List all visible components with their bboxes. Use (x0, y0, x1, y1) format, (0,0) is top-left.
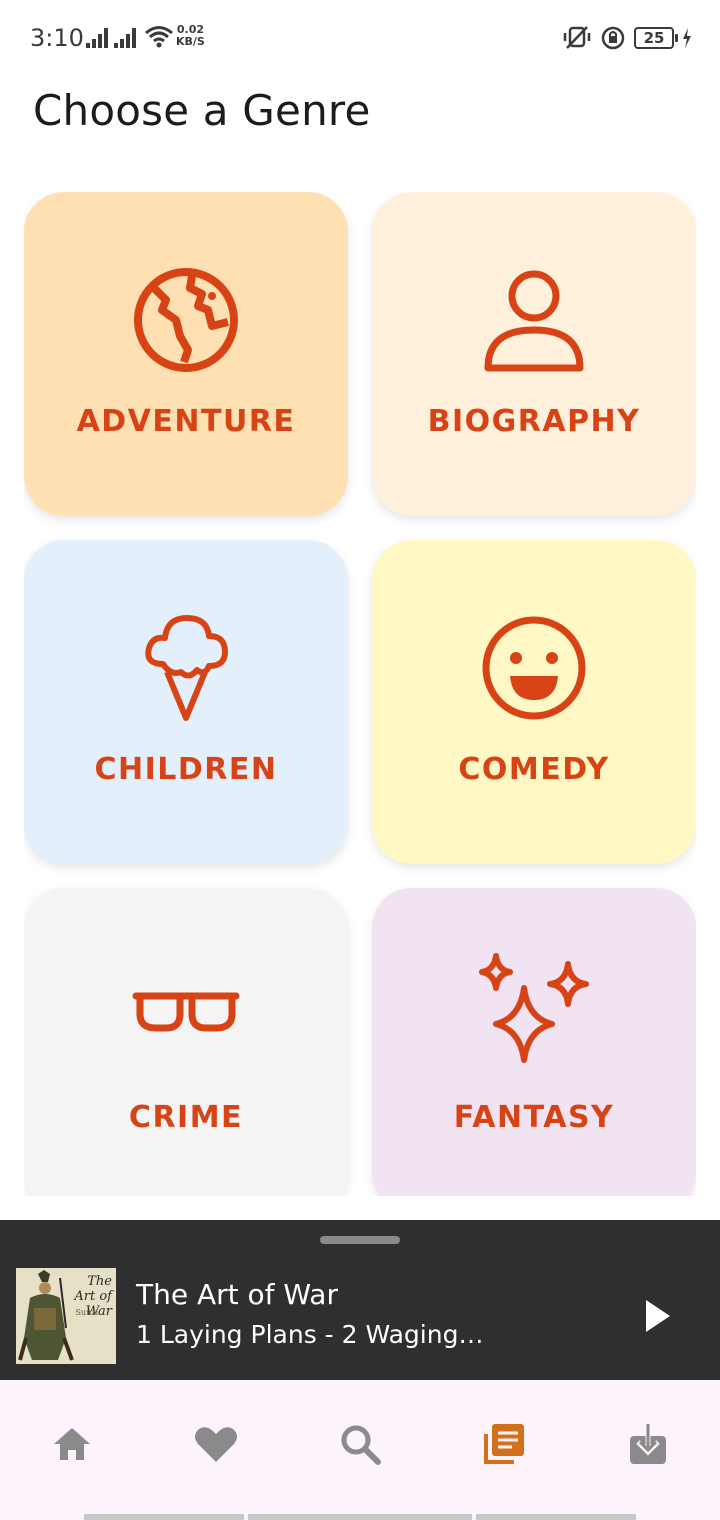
library-icon[interactable] (480, 1420, 528, 1468)
vibrate-icon (563, 26, 591, 49)
genre-label: ADVENTURE (76, 404, 296, 439)
page-title: Choose a Genre (33, 86, 371, 135)
genre-card-comedy[interactable]: COMEDY (372, 540, 696, 864)
home-icon[interactable] (48, 1420, 96, 1468)
status-bar: 3:10 0.02 KB/S 25 (0, 0, 720, 76)
cover-author: Sunzi (75, 1308, 98, 1317)
track-subtitle: 1 Laying Plans - 2 Waging… (136, 1320, 484, 1349)
search-icon[interactable] (336, 1420, 384, 1468)
bottom-navigation (0, 1380, 720, 1520)
genre-card-adventure[interactable]: ADVENTURE (24, 192, 348, 516)
drag-handle[interactable] (320, 1236, 400, 1244)
genre-label: CHILDREN (94, 752, 278, 787)
battery-icon: 25 (634, 27, 678, 49)
smiley-icon (482, 616, 586, 720)
ice-cream-icon (145, 615, 228, 721)
status-time: 3:10 (30, 24, 84, 52)
gesture-bar (248, 1514, 472, 1520)
genre-label: CRIME (128, 1100, 244, 1135)
genre-label: BIOGRAPHY (427, 404, 641, 439)
glasses-icon (132, 992, 240, 1032)
rotation-lock-icon (601, 26, 625, 50)
mini-player[interactable]: The Art of War Sunzi The Art of War 1 La… (0, 1220, 720, 1380)
heart-icon[interactable] (192, 1420, 240, 1468)
wifi-icon (145, 26, 173, 48)
battery-level: 25 (643, 29, 665, 47)
signal-icon (86, 28, 110, 48)
gesture-bar (84, 1514, 244, 1520)
signal-icon (114, 28, 138, 48)
genre-label: FANTASY (453, 1100, 615, 1135)
network-speed: 0.02 KB/S (176, 24, 205, 48)
genre-card-biography[interactable]: BIOGRAPHY (372, 192, 696, 516)
download-icon[interactable] (624, 1420, 672, 1468)
genre-grid: ADVENTURE BIOGRAPHY CHILDREN COMEDY CRIM… (24, 192, 696, 1196)
status-icons: 25 (562, 24, 692, 52)
gesture-bar (476, 1514, 636, 1520)
charging-icon (683, 28, 691, 48)
track-title: The Art of War (136, 1278, 338, 1311)
warrior-illustration (18, 1270, 74, 1361)
genre-card-crime[interactable]: CRIME (24, 888, 348, 1196)
person-icon (484, 270, 584, 372)
network-speed-unit: KB/S (176, 35, 205, 48)
sparkles-icon (479, 953, 589, 1063)
genre-label: COMEDY (458, 752, 610, 787)
play-icon[interactable] (632, 1296, 682, 1336)
genre-card-fantasy[interactable]: FANTASY (372, 888, 696, 1196)
genre-card-children[interactable]: CHILDREN (24, 540, 348, 864)
album-cover: The Art of War Sunzi (16, 1268, 116, 1364)
globe-icon (134, 268, 238, 372)
